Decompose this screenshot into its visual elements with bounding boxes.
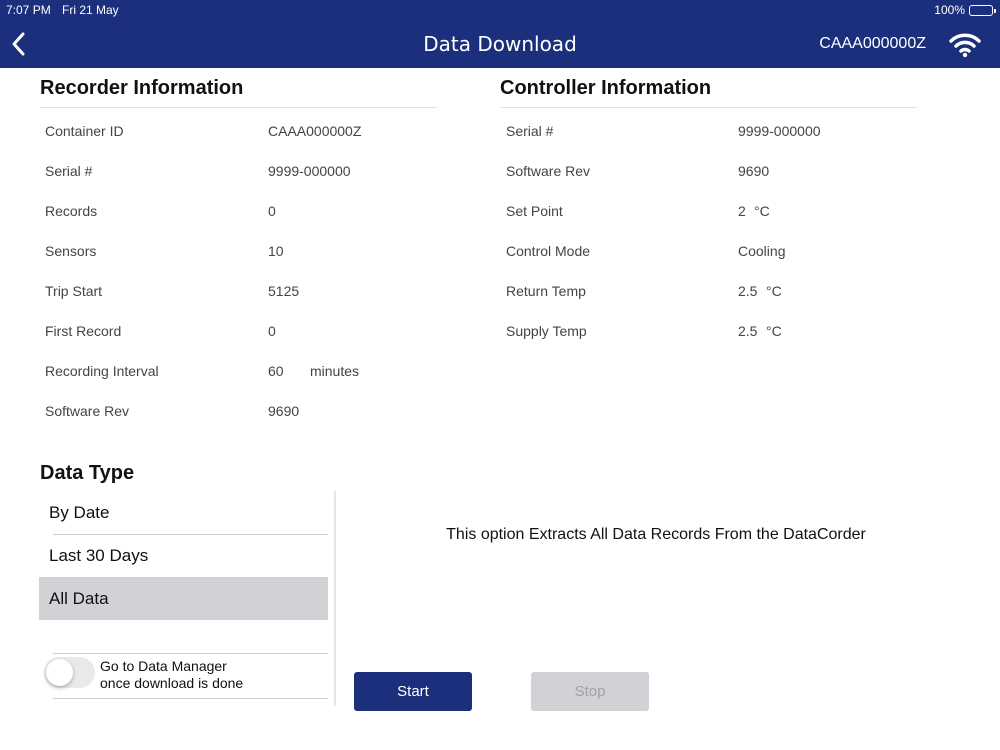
controller-title-divider [500,107,917,108]
row-value: Cooling [738,243,786,259]
row-value: 9999-000000 [268,163,351,179]
row-value: 0 [268,323,276,339]
row-value: 60 [268,363,284,379]
row-label: First Record [45,323,122,339]
nav-header: 7:07 PM Fri 21 May 100% Data Download CA… [0,0,1000,68]
toggle-label: Go to Data Manager once download is done [100,658,243,692]
row-unit: °C [766,323,782,339]
status-date: Fri 21 May [62,3,119,17]
row-value: 9999-000000 [738,123,821,139]
row-unit: °C [766,283,782,299]
row-label: Control Mode [506,243,591,259]
stop-button[interactable]: Stop [531,672,649,711]
row-label: Set Point [506,203,563,219]
row-value: 9690 [738,163,770,179]
list-divider [53,698,328,699]
controller-info-title: Controller Information [500,77,712,99]
row-label: Recording Interval [45,363,159,379]
row-unit: °C [754,203,770,219]
list-divider [53,653,328,654]
row-label: Trip Start [45,283,103,299]
row-unit: minutes [310,363,360,379]
row-value: 2.5 [738,323,758,339]
data-type-option-all-data[interactable]: All Data [39,577,328,620]
panel-divider [334,491,336,706]
go-to-data-manager-toggle[interactable] [44,657,95,688]
row-label: Software Rev [506,163,591,179]
row-value: 2.5 [738,283,758,299]
data-type-option-last-30-days[interactable]: Last 30 Days [39,534,328,577]
recorder-title-divider [40,107,437,108]
row-value: 10 [268,243,284,259]
row-value: 0 [268,203,276,219]
row-label: Serial # [45,163,93,179]
start-button[interactable]: Start [354,672,472,711]
row-label: Supply Temp [506,323,587,339]
row-label: Software Rev [45,403,130,419]
toggle-label-line-1: Go to Data Manager [100,658,227,674]
row-label: Records [45,203,98,219]
row-label: Return Temp [506,283,586,299]
row-value: 5125 [268,283,300,299]
toggle-knob [46,659,73,686]
row-label: Container ID [45,123,124,139]
data-type-title: Data Type [40,462,135,484]
status-time: 7:07 PM [6,3,51,17]
battery-percent: 100% [934,3,965,17]
wifi-button[interactable] [948,30,982,58]
row-value: CAAA000000Z [268,123,362,139]
row-label: Sensors [45,243,97,259]
data-type-description: This option Extracts All Data Records Fr… [446,526,866,543]
recorder-info-title: Recorder Information [40,77,244,99]
wifi-icon [949,33,981,58]
row-value: 9690 [268,403,300,419]
header-container-id: CAAA000000Z [819,35,926,52]
toggle-label-line-2: once download is done [100,675,244,691]
row-value: 2 [738,203,746,219]
row-label: Serial # [506,123,554,139]
battery-icon [969,5,996,16]
data-type-option-by-date[interactable]: By Date [39,491,328,534]
